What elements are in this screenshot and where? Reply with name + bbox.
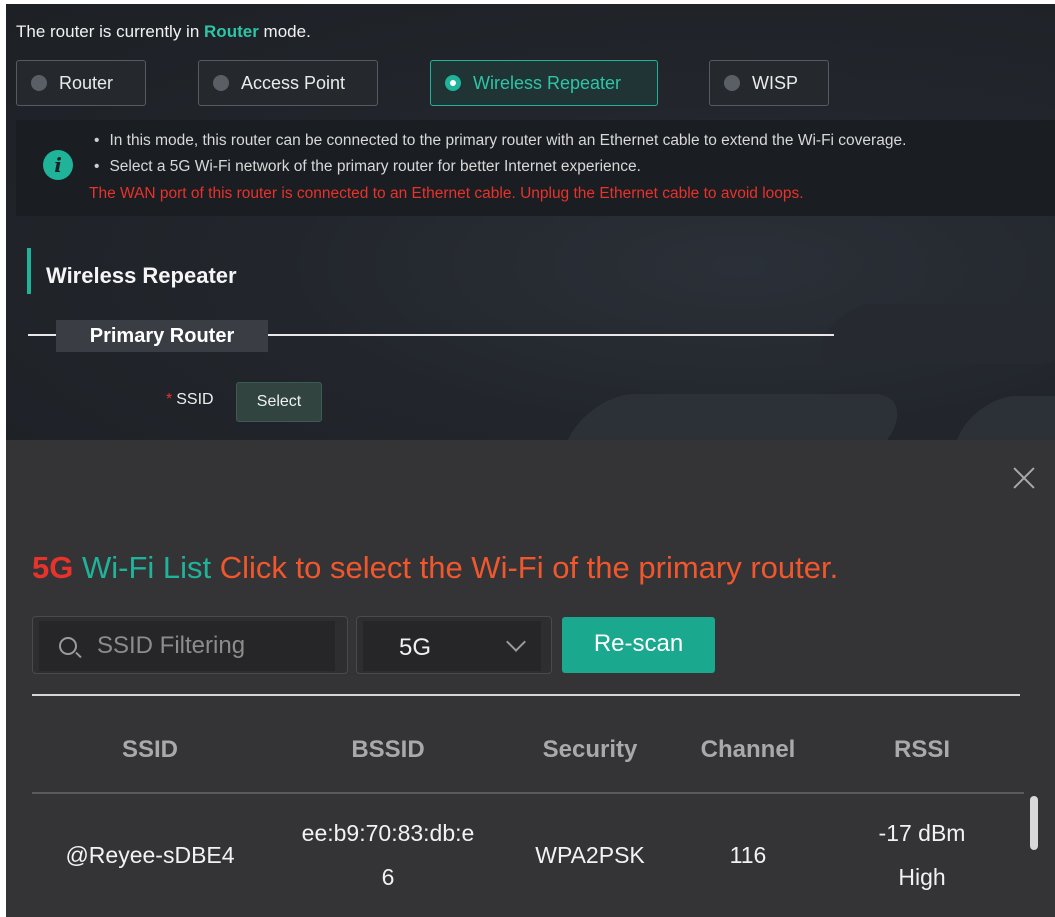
background-decoration [940,396,1055,440]
title-hint: Click to select the Wi-Fi of the primary… [219,550,839,585]
background-decoration [547,394,915,440]
mode-option-access-point[interactable]: Access Point [198,60,378,106]
mode-option-label: Wireless Repeater [473,72,622,93]
cell-security: WPA2PSK [535,842,645,868]
column-header-channel[interactable]: Channel [701,736,796,764]
column-header-ssid[interactable]: SSID [122,736,178,764]
primary-router-heading: Primary Router [56,320,268,352]
column-header-bssid[interactable]: BSSID [351,736,424,764]
band-select[interactable]: 5G [356,616,552,674]
band-select-inner: 5G [363,621,541,671]
title-band: 5G [32,550,74,585]
radio-icon [724,75,740,91]
mode-option-label: WISP [752,72,799,93]
search-field-wrapper [39,621,335,671]
ssid-label-text: SSID [176,391,214,408]
cell-rssi: -17 dBm [878,820,966,846]
radio-icon [213,75,229,91]
background-decoration [808,304,1055,364]
ssid-filter [32,616,348,674]
required-marker: * [166,391,173,408]
dialog-title: 5G Wi-Fi List Click to select the Wi-Fi … [32,550,838,586]
wifi-list-dialog: 5G Wi-Fi List Click to select the Wi-Fi … [6,440,1055,917]
warning-text: The WAN port of this router is connected… [89,185,804,202]
cell-ssid: @Reyee-sDBE4 [65,842,235,868]
radio-selected-icon [445,75,461,91]
settings-panel: The router is currently in Router mode. … [6,4,1055,440]
mode-option-router[interactable]: Router [16,60,146,106]
mode-status-prefix: The router is currently in [16,22,200,41]
section-title: Wireless Repeater [27,248,237,294]
mode-status: The router is currently in Router mode. [16,22,311,42]
info-bullet: Select a 5G Wi-Fi network of the primary… [94,158,641,176]
cell-signal-quality: High [898,864,946,890]
info-box: i In this mode, this router can be conne… [16,120,1055,216]
mode-option-wisp[interactable]: WISP [709,60,829,106]
divider [32,694,1020,696]
mode-option-wireless-repeater[interactable]: Wireless Repeater [430,60,658,106]
chevron-down-icon [506,632,526,652]
divider [32,792,1024,794]
cell-bssid: ee:b9:70:83:db:e [301,820,475,846]
cell-channel: 116 [729,842,767,868]
search-icon [59,637,77,655]
column-header-rssi[interactable]: RSSI [894,736,950,764]
title-list: Wi-Fi List [81,550,212,585]
column-header-security[interactable]: Security [543,736,638,764]
info-icon: i [43,150,73,180]
mode-status-suffix: mode. [263,22,311,41]
band-select-value: 5G [399,634,432,661]
current-mode: Router [204,22,259,41]
ssid-filter-input[interactable] [97,628,327,664]
info-bullet: In this mode, this router can be connect… [94,132,906,150]
ssid-select-button[interactable]: Select [236,382,322,422]
rescan-button[interactable]: Re-scan [562,617,715,673]
mode-option-label: Access Point [241,72,346,93]
mode-option-label: Router [59,72,114,93]
ssid-field-label: * SSID [166,391,214,409]
close-icon[interactable] [1012,466,1036,490]
cell-bssid-wrap: 6 [381,864,395,890]
scrollbar[interactable] [1030,796,1038,850]
radio-icon [31,75,47,91]
